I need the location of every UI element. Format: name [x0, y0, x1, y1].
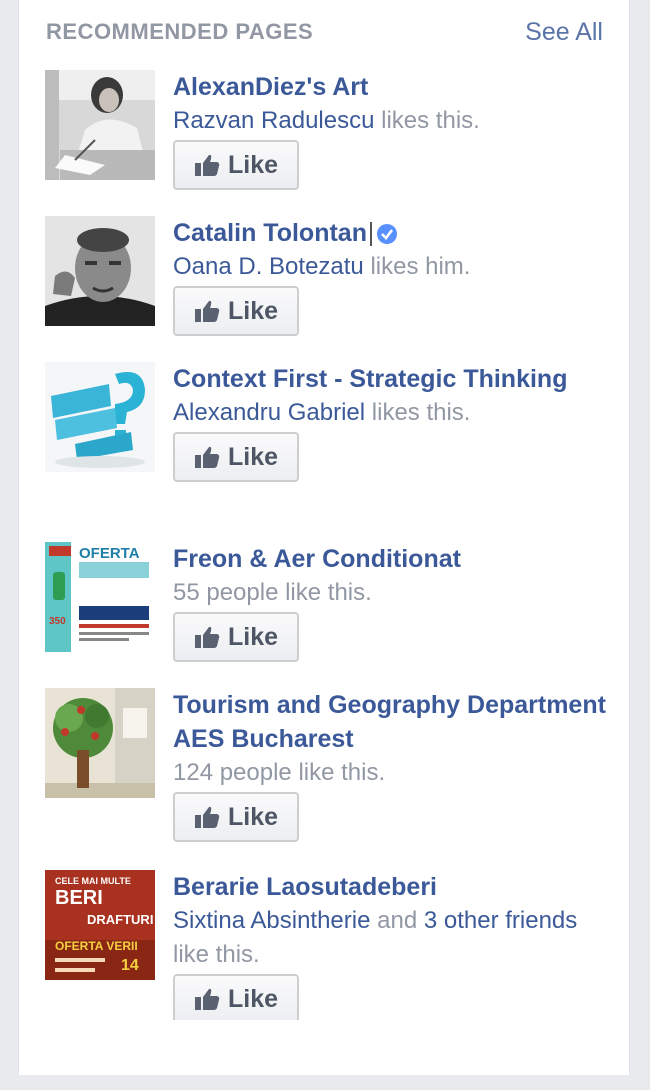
friend-link[interactable]: Alexandru Gabriel: [173, 399, 365, 426]
page-name[interactable]: Catalin Tolontan: [173, 219, 367, 247]
thumbs-up-icon: [194, 626, 220, 648]
like-button[interactable]: Like: [173, 432, 299, 482]
svg-text:CELE MAI MULTE: CELE MAI MULTE: [55, 876, 131, 886]
social-context: Alexandru Gabriel likes this.: [173, 399, 471, 426]
social-context: Sixtina Absintherie and 3 other friends …: [173, 907, 578, 968]
recommended-pages-card: RECOMMENDED PAGES See All AlexanDiez's A…: [18, 0, 630, 1075]
artist-drawing-photo-icon[interactable]: [45, 70, 155, 180]
page-name[interactable]: Freon & Aer Conditionat: [173, 542, 613, 576]
page-name[interactable]: Context First - Strategic Thinking: [173, 362, 613, 396]
svg-text:DRAFTURI: DRAFTURI: [87, 912, 153, 927]
friend-link[interactable]: Oana D. Botezatu: [173, 253, 364, 280]
like-label: Like: [227, 984, 279, 1013]
see-all-link[interactable]: See All: [525, 18, 603, 47]
like-label: Like: [227, 802, 279, 831]
other-friends-link[interactable]: 3 other friends: [424, 907, 577, 934]
like-label: Like: [227, 442, 279, 471]
page-name[interactable]: Tourism and Geography Department AES Buc…: [173, 688, 613, 756]
thumbs-up-icon: [194, 154, 220, 176]
like-button[interactable]: Like: [173, 286, 299, 336]
like-label: Like: [227, 150, 279, 179]
svg-text:BERI: BERI: [55, 887, 103, 909]
svg-text:350: 350: [49, 616, 66, 627]
beer-offer-poster-icon[interactable]: CELE MAI MULTE BERI DRAFTURI OFERTA VERI…: [45, 870, 155, 980]
svg-text:OFERTA VERII: OFERTA VERII: [55, 939, 138, 953]
social-context: Razvan Radulescu likes this.: [173, 107, 480, 134]
like-button[interactable]: Like: [173, 792, 299, 842]
thumbs-up-icon: [194, 806, 220, 828]
oferta-flyer-icon[interactable]: OFERTA 350: [45, 542, 155, 652]
tree-wall-photo-icon[interactable]: [45, 688, 155, 798]
thumbs-up-icon: [194, 446, 220, 468]
page-name[interactable]: AlexanDiez's Art: [173, 70, 613, 104]
like-button[interactable]: Like: [173, 974, 299, 1024]
page-name[interactable]: Berarie Laosutadeberi: [173, 870, 613, 904]
man-portrait-photo-icon[interactable]: [45, 216, 155, 326]
card-footer-space: [19, 1020, 629, 1075]
whats-your-plan-graphic-icon[interactable]: [45, 362, 155, 472]
like-button[interactable]: Like: [173, 140, 299, 190]
friend-link[interactable]: Razvan Radulescu: [173, 107, 374, 134]
svg-text:OFERTA: OFERTA: [79, 545, 140, 562]
like-label: Like: [227, 296, 279, 325]
social-context: Oana D. Botezatu likes him.: [173, 253, 471, 280]
section-title: RECOMMENDED PAGES: [46, 19, 314, 44]
social-context: 55 people like this.: [173, 579, 372, 606]
friend-link[interactable]: Sixtina Absintherie: [173, 907, 370, 934]
verified-badge-icon: [376, 224, 397, 245]
social-context: 124 people like this.: [173, 759, 386, 786]
like-button[interactable]: Like: [173, 612, 299, 662]
thumbs-up-icon: [194, 988, 220, 1010]
separator: [369, 222, 372, 247]
thumbs-up-icon: [194, 300, 220, 322]
like-label: Like: [227, 622, 279, 651]
svg-text:14: 14: [121, 957, 139, 974]
